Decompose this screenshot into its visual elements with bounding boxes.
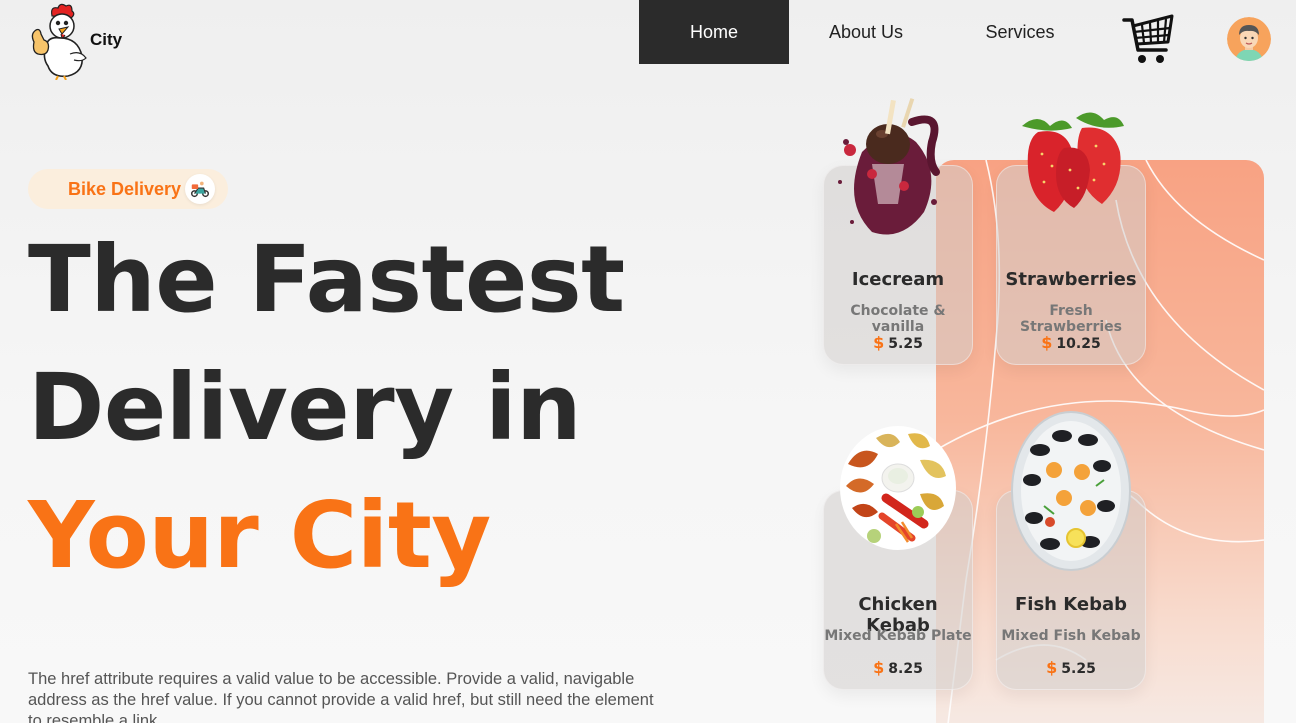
chicken-kebab-image [840, 426, 956, 550]
price-value: 5.25 [1061, 661, 1096, 677]
card-description: Mixed Kebab Plate [824, 628, 972, 644]
price-value: 10.25 [1056, 336, 1101, 352]
icecream-image [838, 98, 940, 235]
card-description: Mixed Fish Kebab [1001, 628, 1141, 644]
card-title: Fish Kebab [1014, 594, 1128, 615]
card-description: Fresh Strawberries [1019, 303, 1122, 335]
brand-name: City [90, 30, 123, 49]
user-avatar[interactable] [1227, 17, 1271, 61]
card-price: $5.25 [824, 333, 972, 352]
scooter-icon [185, 174, 216, 204]
nav-home[interactable]: Home [639, 0, 789, 64]
avatar-icon [1227, 17, 1271, 61]
headline-line-3: Your City [28, 482, 491, 589]
hero-headline: The Fastest Delivery in Your City [28, 216, 625, 600]
currency-symbol: $ [1046, 658, 1058, 677]
main-nav: Home About Us Services [639, 0, 1097, 64]
card-title: Icecream [851, 269, 945, 290]
card-title: Strawberries [1005, 269, 1137, 290]
badge-label: Bike Delivery [68, 178, 182, 199]
card-price: $8.25 [824, 658, 972, 677]
headline-line-1: The Fastest [28, 226, 625, 333]
card-price: $10.25 [997, 333, 1145, 352]
currency-symbol: $ [1041, 333, 1053, 352]
hero-description: The href attribute requires a valid valu… [28, 670, 654, 723]
chicken-logo-icon [31, 3, 87, 80]
brand-logo[interactable]: City [28, 2, 122, 80]
headline-line-2: Delivery in [28, 354, 582, 461]
cart-button[interactable] [1122, 12, 1176, 66]
price-value: 5.25 [888, 336, 923, 352]
bike-delivery-badge[interactable]: Bike Delivery [28, 169, 228, 209]
card-price: $5.25 [997, 658, 1145, 677]
card-description: Chocolate & vanilla [850, 303, 946, 335]
cart-icon [1122, 14, 1174, 63]
nav-about-us[interactable]: About Us [789, 0, 943, 64]
currency-symbol: $ [873, 658, 885, 677]
price-value: 8.25 [888, 661, 923, 677]
currency-symbol: $ [873, 333, 885, 352]
fish-kebab-image [1011, 411, 1131, 571]
strawberries-image [1022, 112, 1124, 212]
nav-services[interactable]: Services [943, 0, 1097, 64]
